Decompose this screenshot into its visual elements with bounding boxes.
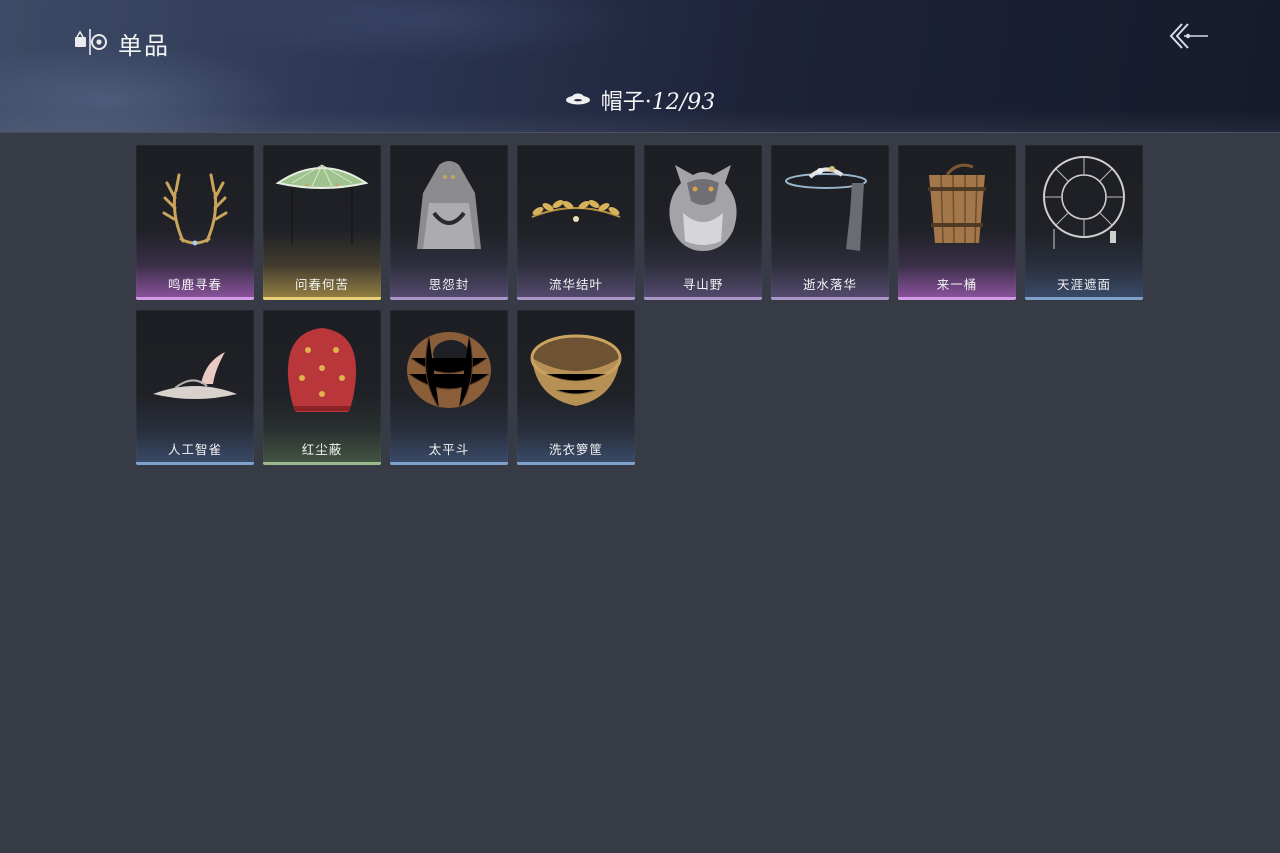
category-label: 帽子· bbox=[600, 90, 652, 115]
item-card[interactable]: 鸣鹿寻春 bbox=[136, 145, 254, 300]
item-name: 流华结叶 bbox=[548, 277, 603, 292]
item-card[interactable]: 红尘蔽 bbox=[263, 310, 381, 465]
item-name: 太平斗 bbox=[428, 442, 470, 457]
item-card[interactable]: 逝水落华 bbox=[771, 145, 889, 300]
item-name: 红尘蔽 bbox=[301, 442, 343, 457]
back-arrows-icon bbox=[1166, 23, 1212, 58]
wolf-hood-icon bbox=[653, 153, 753, 253]
category-count: 12/93 bbox=[651, 90, 716, 115]
item-card[interactable]: 洗衣箩筐 bbox=[517, 310, 635, 465]
red-hood-icon bbox=[272, 318, 372, 418]
wooden-bucket-icon bbox=[907, 153, 1007, 253]
wicker-basket-hat-icon bbox=[399, 318, 499, 418]
page-title-group: 单品 bbox=[74, 26, 170, 61]
rarity-bar bbox=[1025, 297, 1143, 300]
antler-crown-icon bbox=[145, 153, 245, 253]
rarity-bar bbox=[136, 462, 254, 465]
rarity-bar bbox=[390, 462, 508, 465]
laundry-basket-icon bbox=[526, 318, 626, 418]
item-name: 人工智雀 bbox=[167, 442, 222, 457]
rarity-bar bbox=[263, 462, 381, 465]
bird-hat-icon bbox=[145, 318, 245, 418]
page-title: 单品 bbox=[118, 32, 170, 60]
header-banner: 单品 帽子· 12/93 bbox=[0, 0, 1280, 133]
item-name: 洗衣箩筐 bbox=[548, 442, 603, 457]
item-name: 寻山野 bbox=[682, 277, 724, 292]
item-name: 鸣鹿寻春 bbox=[167, 277, 222, 292]
item-card[interactable]: 来一桶 bbox=[898, 145, 1016, 300]
item-card[interactable]: 人工智雀 bbox=[136, 310, 254, 465]
item-card[interactable]: 思怨封 bbox=[390, 145, 508, 300]
item-name: 来一桶 bbox=[936, 277, 978, 292]
veiled-hood-icon bbox=[399, 153, 499, 253]
item-card[interactable]: 寻山野 bbox=[644, 145, 762, 300]
item-card[interactable]: 流华结叶 bbox=[517, 145, 635, 300]
hat-icon bbox=[565, 91, 591, 110]
rarity-bar bbox=[136, 297, 254, 300]
category-heading: 帽子· 12/93 bbox=[0, 84, 1280, 116]
green-bamboo-hat-icon bbox=[272, 153, 372, 253]
rarity-bar bbox=[517, 462, 635, 465]
back-button[interactable] bbox=[1166, 18, 1212, 54]
item-name: 天涯遮面 bbox=[1056, 277, 1111, 292]
rarity-bar bbox=[898, 297, 1016, 300]
item-card[interactable]: 天涯遮面 bbox=[1025, 145, 1143, 300]
rarity-bar bbox=[644, 297, 762, 300]
golden-leaf-wreath-icon bbox=[526, 153, 626, 253]
rarity-bar bbox=[390, 297, 508, 300]
item-name: 问春何苦 bbox=[294, 277, 349, 292]
rarity-bar bbox=[517, 297, 635, 300]
item-card[interactable]: 问春何苦 bbox=[263, 145, 381, 300]
veiled-flower-hat-icon bbox=[780, 153, 880, 253]
rarity-bar bbox=[771, 297, 889, 300]
rarity-bar bbox=[263, 297, 381, 300]
item-card[interactable]: 太平斗 bbox=[390, 310, 508, 465]
wardrobe-icon bbox=[74, 27, 108, 61]
wireframe-hat-icon bbox=[1034, 153, 1134, 253]
item-name: 思怨封 bbox=[428, 277, 470, 292]
item-name: 逝水落华 bbox=[802, 277, 857, 292]
